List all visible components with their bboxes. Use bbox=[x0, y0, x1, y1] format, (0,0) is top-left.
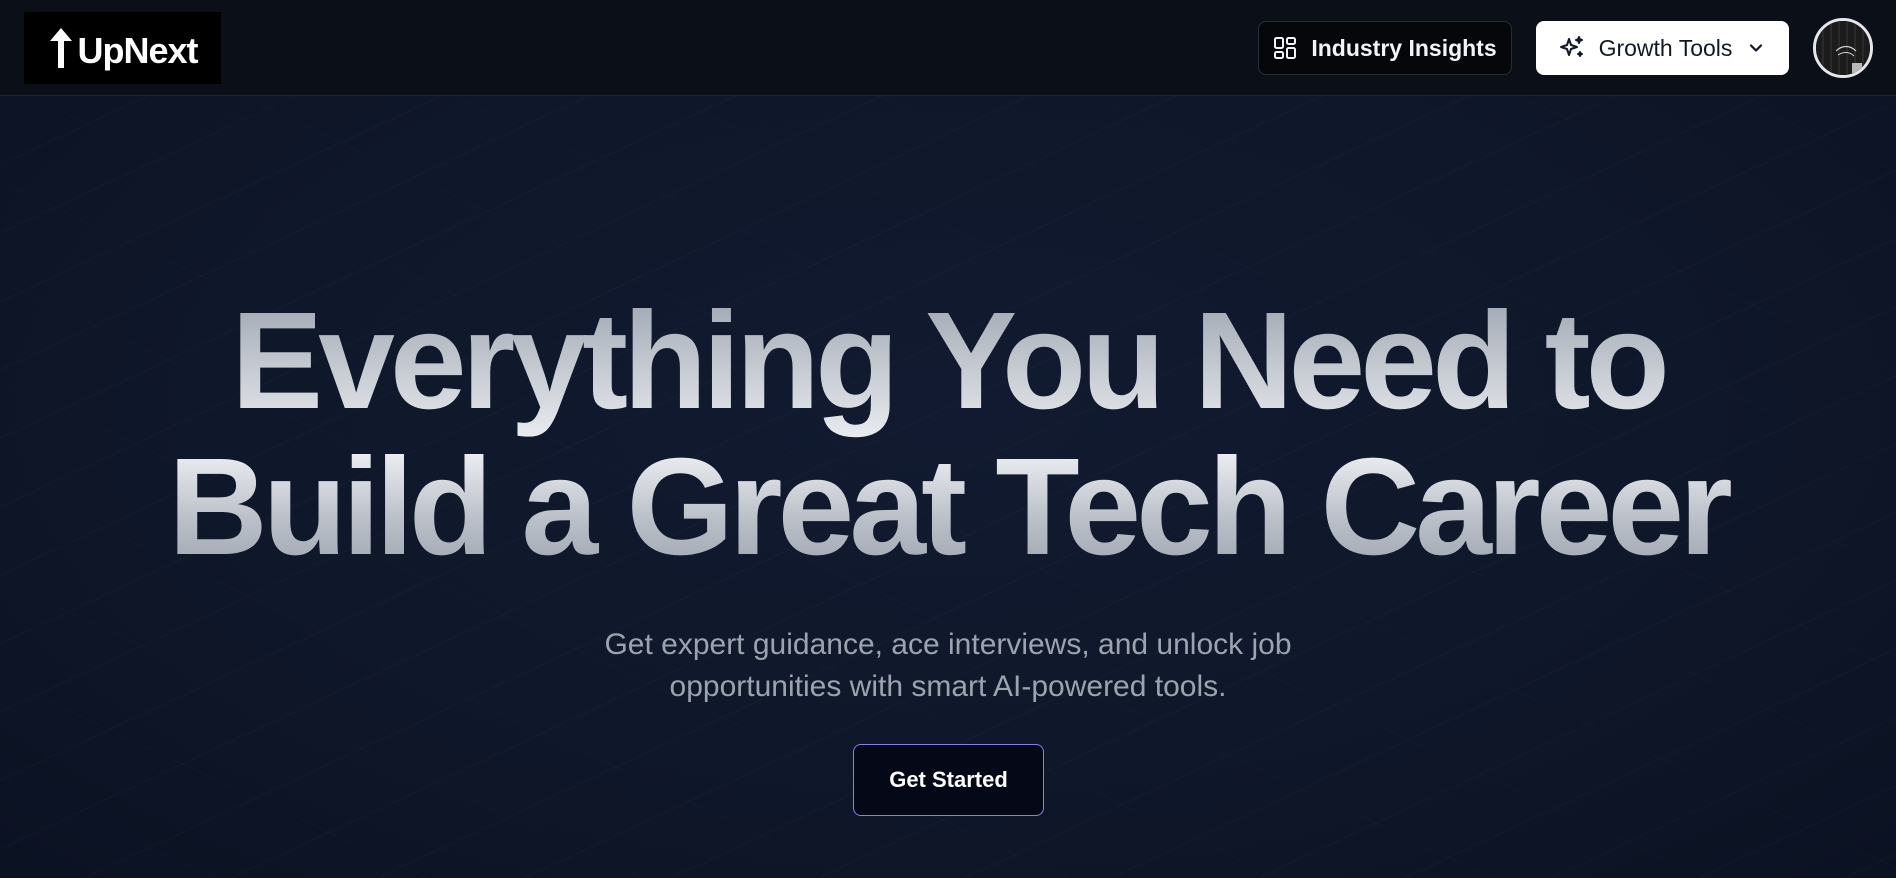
hero-subtitle-line-2: opportunities with smart AI-powered tool… bbox=[669, 670, 1227, 703]
page: UpNext Industry Insights Growth Tools Ev… bbox=[0, 0, 1896, 878]
growth-tools-dropdown[interactable]: Growth Tools bbox=[1536, 21, 1789, 75]
hero-heading: Everything You Need to Build a Great Tec… bbox=[0, 288, 1896, 580]
layout-dashboard-icon bbox=[1274, 37, 1297, 59]
growth-tools-label: Growth Tools bbox=[1598, 34, 1733, 61]
logo[interactable]: UpNext bbox=[24, 12, 221, 84]
logo-text: UpNext bbox=[77, 30, 198, 71]
user-avatar[interactable] bbox=[1813, 18, 1873, 78]
hero-subtitle: Get expert guidance, ace interviews, and… bbox=[0, 624, 1896, 708]
sparkles-icon bbox=[1559, 36, 1583, 57]
hero-subtitle-line-1: Get expert guidance, ace interviews, and… bbox=[604, 628, 1292, 661]
avatar-image bbox=[1816, 21, 1870, 75]
industry-insights-button[interactable]: Industry Insights bbox=[1258, 21, 1512, 75]
industry-insights-label: Industry Insights bbox=[1311, 34, 1497, 61]
get-started-button[interactable]: Get Started bbox=[853, 744, 1044, 816]
hero-heading-line-1: Everything You Need to bbox=[231, 284, 1665, 438]
top-navbar: UpNext Industry Insights Growth Tools bbox=[0, 0, 1896, 96]
arrow-up-icon bbox=[50, 28, 73, 68]
chevron-down-icon bbox=[1750, 44, 1763, 52]
hero-heading-line-2: Build a Great Tech Career bbox=[168, 430, 1728, 584]
